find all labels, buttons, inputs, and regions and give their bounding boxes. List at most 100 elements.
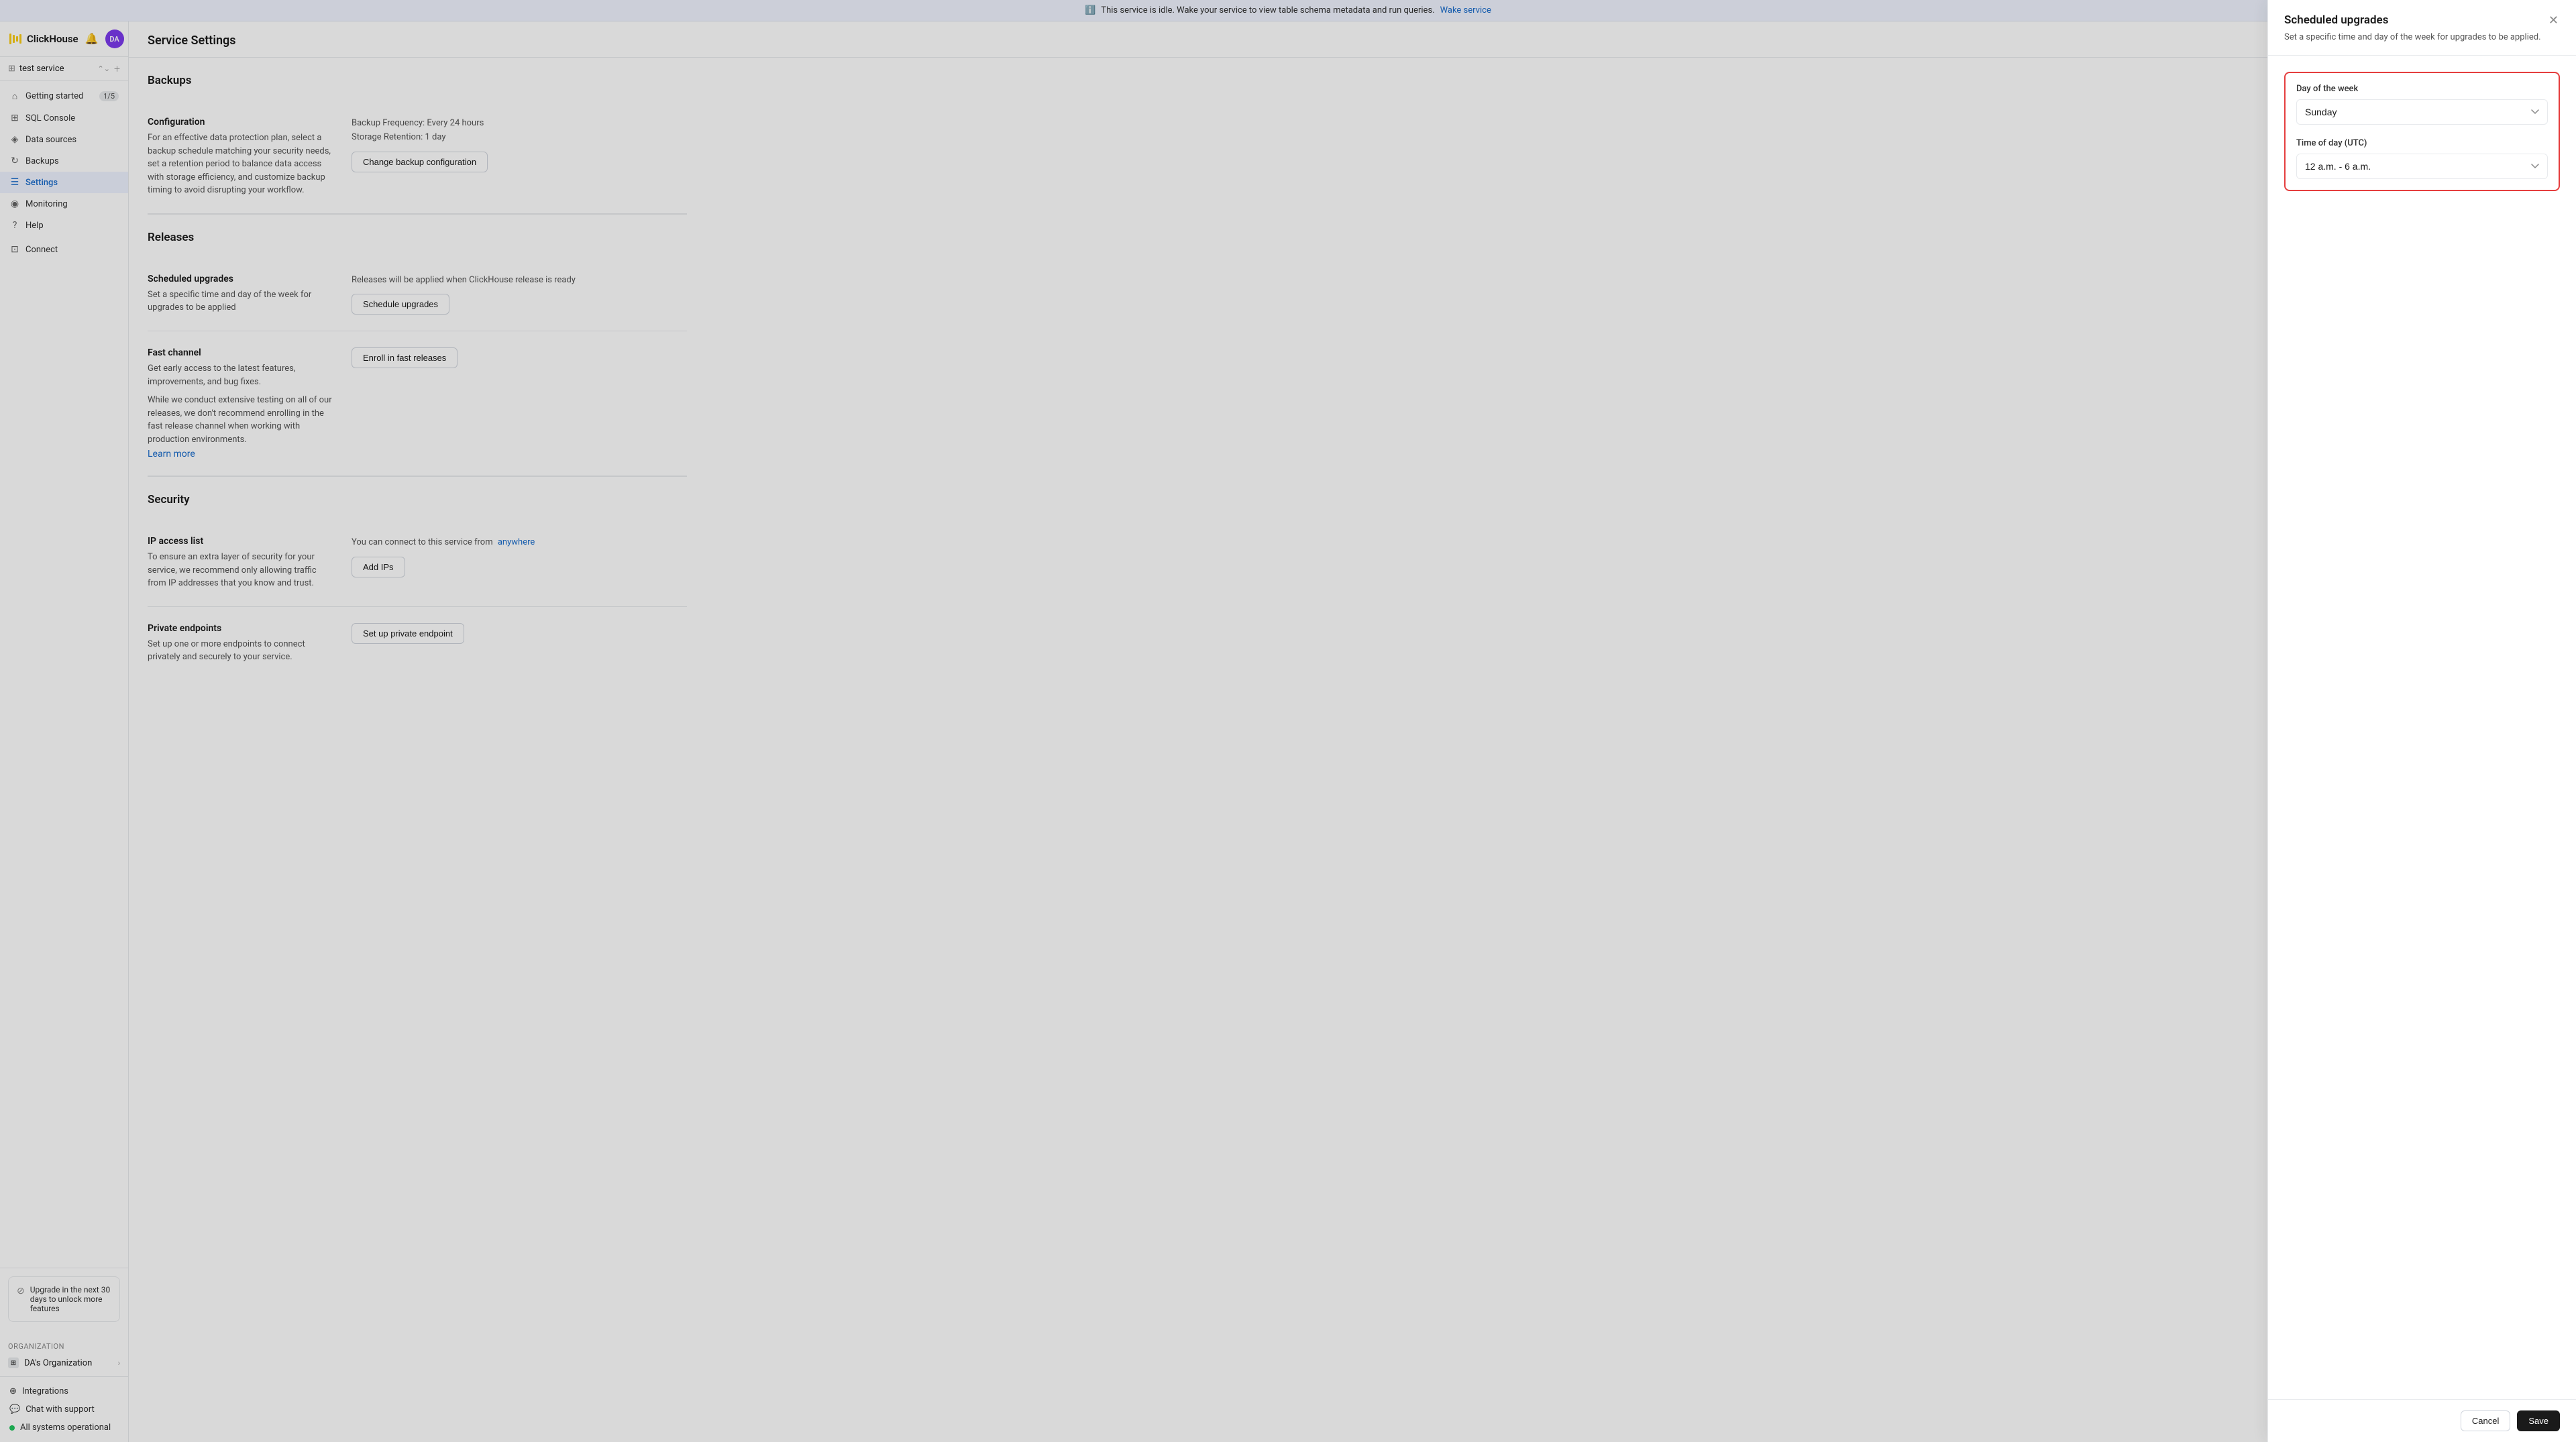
day-of-week-group: Day of the week Sunday Monday Tuesday We…: [2296, 84, 2548, 125]
cancel-button[interactable]: Cancel: [2461, 1410, 2510, 1431]
backup-frequency: Backup Frequency: Every 24 hours: [352, 117, 687, 131]
org-section: Organization ⊞ DA's Organization ›: [0, 1338, 128, 1376]
service-selector[interactable]: ⊞ test service ⌃⌄ +: [0, 57, 128, 81]
backup-frequency-meta: Backup Frequency: Every 24 hours Storage…: [352, 117, 687, 145]
section-divider-2: [148, 476, 687, 477]
day-of-week-label: Day of the week: [2296, 84, 2548, 94]
integrations-item[interactable]: ⊕ Integrations: [8, 1382, 120, 1400]
page-header: Service Settings: [129, 21, 2576, 58]
info-icon: ℹ️: [1085, 5, 1095, 15]
sidebar-item-getting-started[interactable]: ⌂ Getting started 1/5: [0, 85, 128, 107]
section-divider: [148, 214, 687, 215]
panel-title: Scheduled upgrades: [2284, 21, 2541, 27]
monitor-icon: ◉: [9, 199, 20, 209]
backup-configuration-label-area: Configuration For an effective data prot…: [148, 117, 335, 197]
scheduled-upgrades-row: Scheduled upgrades Set a specific time a…: [148, 258, 687, 332]
status-label: All systems operational: [20, 1423, 111, 1433]
schedule-upgrades-button[interactable]: Schedule upgrades: [352, 294, 449, 315]
integrations-icon: ⊕: [9, 1386, 17, 1396]
nav-label-help: Help: [25, 221, 44, 231]
database-icon: ⊞: [9, 113, 20, 123]
sidebar-item-settings[interactable]: ☰ Settings: [0, 172, 128, 193]
chat-icon: 💬: [9, 1404, 20, 1415]
chevron-icon: ⌃⌄: [98, 64, 110, 73]
banner-text: This service is idle. Wake your service …: [1101, 5, 1434, 15]
sidebar-footer: ⊕ Integrations 💬 Chat with support All s…: [0, 1376, 128, 1442]
org-label: Organization: [8, 1342, 120, 1351]
avatar[interactable]: DA: [105, 30, 124, 48]
header-actions: 🔔 DA: [84, 30, 124, 48]
home-icon: ⌂: [9, 91, 20, 102]
backup-icon: ↻: [9, 156, 20, 166]
status-dot: [9, 1425, 15, 1431]
learn-more-link[interactable]: Learn more: [148, 449, 195, 459]
add-ips-button[interactable]: Add IPs: [352, 557, 405, 577]
day-of-week-select[interactable]: Sunday Monday Tuesday Wednesday Thursday…: [2296, 99, 2548, 125]
sidebar-item-monitoring[interactable]: ◉ Monitoring: [0, 193, 128, 215]
top-banner: ℹ️ This service is idle. Wake your servi…: [0, 0, 2576, 21]
nav-label-connect: Connect: [25, 245, 58, 255]
service-icon: ⊞: [8, 64, 15, 74]
backup-configuration-desc: For an effective data protection plan, s…: [148, 131, 335, 197]
panel-footer: Cancel Save: [2268, 1399, 2576, 1442]
backup-configuration-row: Configuration For an effective data prot…: [148, 101, 687, 214]
backups-section-title: Backups: [148, 74, 687, 87]
integrations-label: Integrations: [22, 1386, 68, 1396]
panel-subtitle: Set a specific time and day of the week …: [2284, 31, 2541, 44]
sidebar-item-data-sources[interactable]: ◈ Data sources: [0, 129, 128, 150]
org-name: DA's Organization: [24, 1358, 113, 1368]
main-content: Service Settings Backups Configuration F…: [129, 21, 2576, 1442]
sidebar-header: ClickHouse 🔔 DA: [0, 21, 128, 57]
page-title: Service Settings: [148, 34, 2557, 48]
change-backup-config-button[interactable]: Change backup configuration: [352, 152, 488, 172]
chat-support-item[interactable]: 💬 Chat with support: [8, 1400, 120, 1419]
chat-support-label: Chat with support: [25, 1404, 95, 1415]
private-endpoints-label-area: Private endpoints Set up one or more end…: [148, 623, 335, 664]
nav-label-sql-console: SQL Console: [25, 113, 75, 123]
add-service-button[interactable]: +: [114, 62, 120, 75]
status-item: All systems operational: [8, 1419, 120, 1437]
security-section-title: Security: [148, 493, 687, 506]
ip-access-link[interactable]: anywhere: [498, 537, 535, 547]
private-endpoints-label: Private endpoints: [148, 623, 335, 634]
enroll-fast-releases-button[interactable]: Enroll in fast releases: [352, 347, 458, 368]
scheduled-upgrades-desc: Set a specific time and day of the week …: [148, 288, 335, 315]
nav-label-backups: Backups: [25, 156, 59, 166]
fast-channel-row: Fast channel Get early access to the lat…: [148, 331, 687, 476]
logo-text: ClickHouse: [27, 33, 78, 45]
ip-access-meta: You can connect to this service from any…: [352, 536, 687, 550]
settings-icon: ☰: [9, 177, 20, 188]
ip-access-desc: To ensure an extra layer of security for…: [148, 551, 335, 590]
service-name: test service: [19, 64, 94, 74]
save-button[interactable]: Save: [2517, 1410, 2560, 1431]
sidebar-bottom: ⊘ Upgrade in the next 30 days to unlock …: [0, 1268, 128, 1338]
sidebar-item-backups[interactable]: ↻ Backups: [0, 150, 128, 172]
private-endpoints-row: Private endpoints Set up one or more end…: [148, 607, 687, 680]
ip-access-label-area: IP access list To ensure an extra layer …: [148, 536, 335, 590]
bell-button[interactable]: 🔔: [84, 31, 100, 47]
sidebar: ClickHouse 🔔 DA ⊞ test service ⌃⌄ + ⌂ Ge…: [0, 21, 129, 1442]
ip-access-meta-prefix: You can connect to this service from: [352, 537, 493, 547]
time-of-day-select[interactable]: 12 a.m. - 6 a.m. 6 a.m. - 12 p.m. 12 p.m…: [2296, 154, 2548, 179]
ip-access-label: IP access list: [148, 536, 335, 547]
sidebar-item-help[interactable]: ? Help: [0, 215, 128, 236]
getting-started-badge: 1/5: [99, 91, 119, 101]
fast-channel-label-area: Fast channel Get early access to the lat…: [148, 347, 335, 459]
sidebar-item-sql-console[interactable]: ⊞ SQL Console: [0, 107, 128, 129]
time-of-day-label: Time of day (UTC): [2296, 138, 2548, 148]
setup-private-endpoint-button[interactable]: Set up private endpoint: [352, 623, 464, 644]
plug-icon: ◈: [9, 134, 20, 145]
sidebar-item-connect[interactable]: ⊡ Connect: [0, 239, 128, 260]
scheduled-upgrades-label-area: Scheduled upgrades Set a specific time a…: [148, 274, 335, 315]
panel-close-button[interactable]: ✕: [2547, 21, 2560, 29]
private-endpoints-desc: Set up one or more endpoints to connect …: [148, 638, 335, 664]
scheduled-upgrades-panel: Scheduled upgrades Set a specific time a…: [2267, 21, 2576, 1442]
org-icon: ⊞: [8, 1357, 19, 1368]
nav-menu: ⌂ Getting started 1/5 ⊞ SQL Console ◈ Da…: [0, 81, 128, 1268]
wake-service-link[interactable]: Wake service: [1440, 5, 1491, 15]
settings-body: Backups Configuration For an effective d…: [129, 58, 706, 696]
time-of-day-group: Time of day (UTC) 12 a.m. - 6 a.m. 6 a.m…: [2296, 138, 2548, 179]
upgrade-text: Upgrade in the next 30 days to unlock mo…: [30, 1285, 111, 1313]
org-item[interactable]: ⊞ DA's Organization ›: [8, 1353, 120, 1372]
ip-access-content: You can connect to this service from any…: [352, 536, 687, 577]
